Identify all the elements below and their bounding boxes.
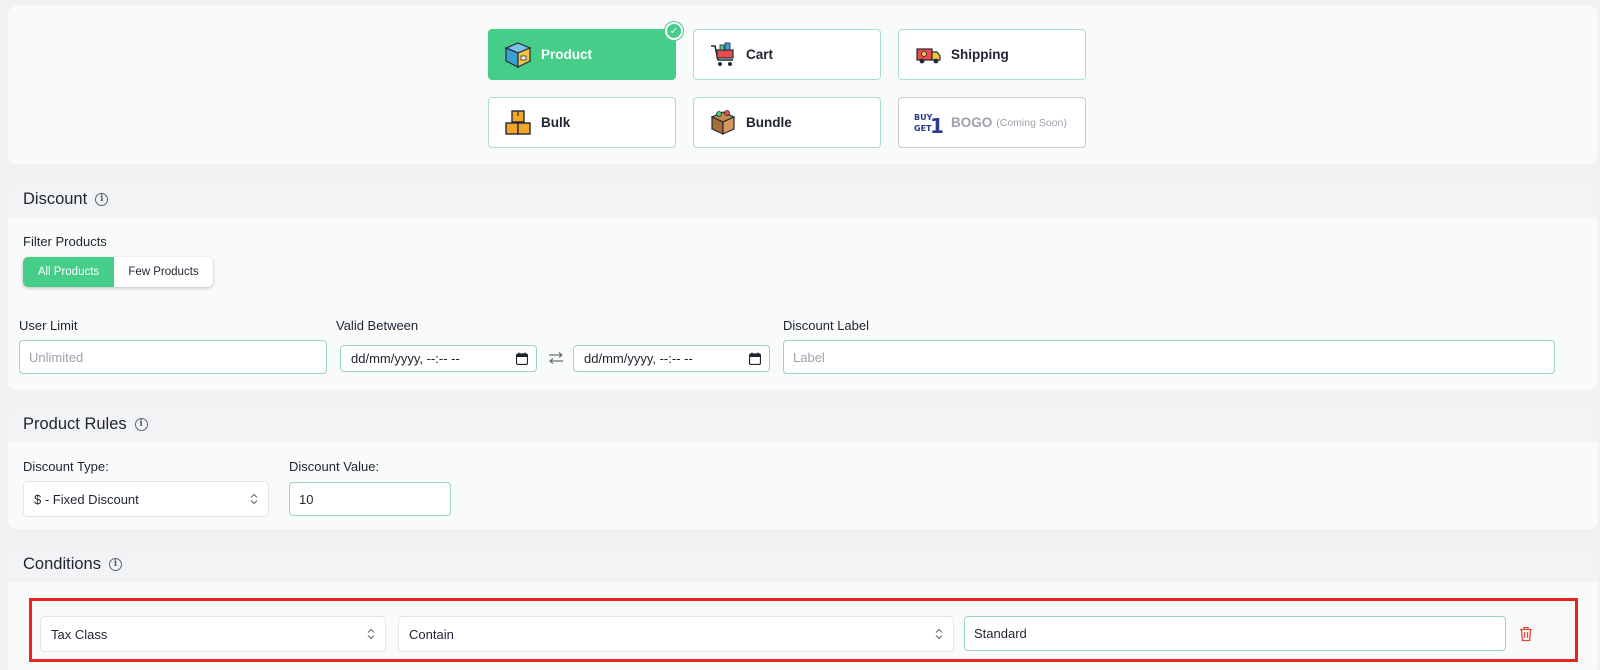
condition-field-select[interactable]: Tax Class [40, 616, 386, 652]
type-card-shipping-label: Shipping [951, 47, 1009, 62]
discount-type-value: $ - Fixed Discount [34, 491, 139, 507]
type-card-cart[interactable]: Cart [693, 29, 881, 80]
discount-value-input[interactable]: 10 [289, 482, 451, 516]
conditions-header: Conditions i [8, 546, 1598, 582]
valid-from-placeholder: dd/mm/yyyy, --:-- -- [351, 351, 460, 366]
discount-header: Discount i [8, 181, 1598, 217]
product-rules-section: Product Rules i Discount Type: $ - Fixed… [8, 406, 1598, 529]
user-limit-label: User Limit [19, 318, 78, 333]
campaign-type-panel: Product ✓ Cart Shipping Bulk Bundle BUY … [8, 6, 1598, 164]
type-card-bulk-label: Bulk [541, 115, 571, 130]
type-card-shipping[interactable]: Shipping [898, 29, 1086, 80]
user-limit-input[interactable]: Unlimited [19, 340, 327, 374]
chevron-up-down-icon [367, 628, 375, 640]
valid-from-input[interactable]: dd/mm/yyyy, --:-- -- [340, 345, 537, 372]
discount-type-select[interactable]: $ - Fixed Discount [23, 481, 269, 517]
type-card-bogo-label: BOGO [951, 115, 993, 130]
product-rules-header: Product Rules i [8, 406, 1598, 442]
filter-few-products-option[interactable]: Few Products [114, 257, 213, 287]
bulk-boxes-icon [505, 109, 531, 135]
type-card-cart-label: Cart [746, 47, 774, 62]
conditions-title: Conditions [23, 554, 101, 573]
type-card-bogo[interactable]: BUY GET 1 BOGO (Coming Soon) [898, 97, 1086, 148]
condition-value-input[interactable]: Standard [964, 616, 1506, 651]
type-card-bundle-label: Bundle [746, 115, 792, 130]
condition-row: Tax Class Contain Standard [29, 598, 1578, 662]
type-card-bulk[interactable]: Bulk [488, 97, 676, 148]
type-card-product-label: Product [541, 47, 593, 62]
type-card-product[interactable]: Product ✓ [488, 22, 683, 80]
condition-value: Standard [974, 626, 1027, 641]
discount-label-placeholder: Label [793, 349, 825, 365]
conditions-section: Conditions i Tax Class Contain Standard [8, 546, 1598, 670]
discount-type-label: Discount Type: [23, 459, 109, 474]
bundle-box-icon [710, 109, 736, 135]
discount-label-label: Discount Label [783, 318, 869, 333]
valid-to-placeholder: dd/mm/yyyy, --:-- -- [584, 351, 693, 366]
swap-arrows-icon [549, 352, 563, 364]
calendar-icon[interactable] [749, 352, 761, 365]
discount-label-input[interactable]: Label [783, 340, 1555, 374]
filter-products-toggle: All Products Few Products [23, 257, 213, 287]
valid-between-label: Valid Between [336, 318, 419, 333]
condition-operator-select[interactable]: Contain [398, 616, 954, 652]
filter-products-label: Filter Products [23, 234, 107, 249]
info-icon[interactable]: i [95, 192, 109, 206]
info-icon[interactable]: i [134, 417, 148, 431]
check-badge-icon: ✓ [665, 22, 683, 40]
discount-section: Discount i Filter Products All Products … [8, 181, 1598, 390]
shipping-truck-icon [916, 47, 941, 63]
calendar-icon[interactable] [516, 352, 528, 365]
discount-value: 10 [299, 491, 314, 507]
cart-icon [711, 42, 734, 66]
product-rules-title: Product Rules [23, 414, 127, 433]
product-box-icon [504, 41, 532, 68]
discount-title: Discount [23, 189, 88, 208]
user-limit-placeholder: Unlimited [29, 349, 84, 365]
coming-soon-note: (Coming Soon) [996, 116, 1067, 129]
buy-get-1-icon: BUY GET 1 [914, 113, 943, 138]
bogo-icon-text-digit: 1 [930, 114, 943, 138]
type-card-bundle[interactable]: Bundle [693, 97, 881, 148]
filter-all-products-option[interactable]: All Products [23, 257, 114, 287]
trash-icon[interactable] [1519, 626, 1533, 642]
condition-field-value: Tax Class [51, 626, 108, 642]
chevron-up-down-icon [935, 628, 943, 640]
condition-operator-value: Contain [409, 626, 454, 642]
valid-to-input[interactable]: dd/mm/yyyy, --:-- -- [573, 345, 770, 372]
info-icon[interactable]: i [108, 557, 122, 571]
discount-value-label: Discount Value: [289, 459, 380, 474]
chevron-up-down-icon [250, 493, 258, 505]
